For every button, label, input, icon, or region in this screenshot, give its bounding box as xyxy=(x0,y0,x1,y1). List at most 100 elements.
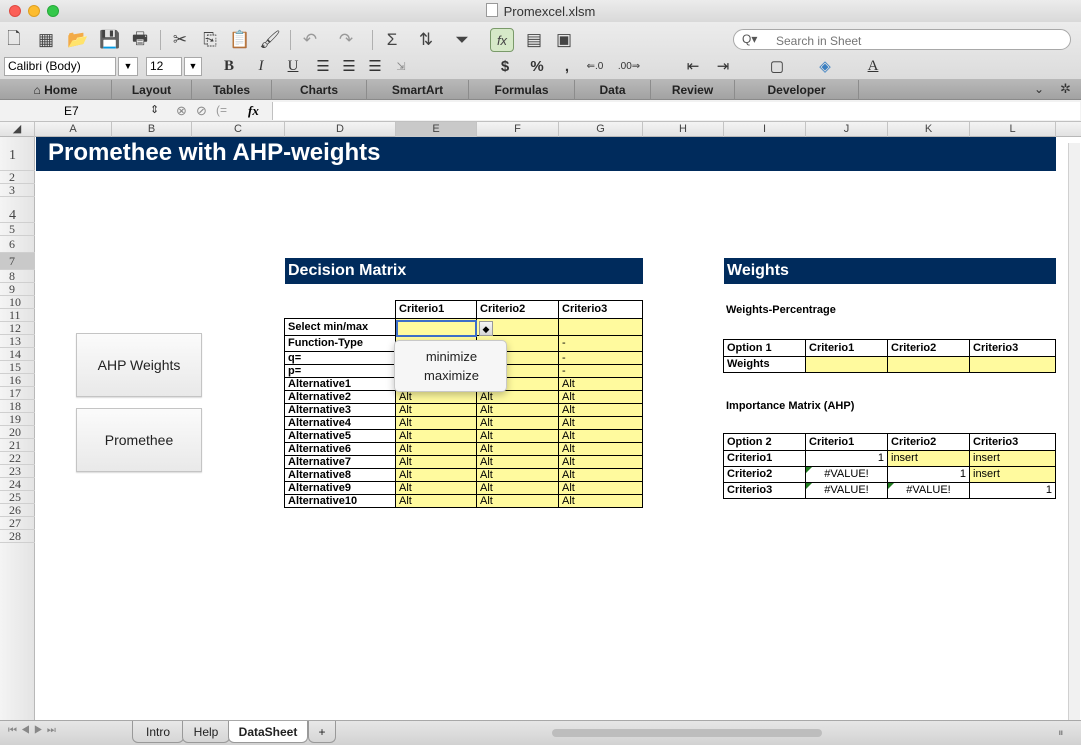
search-sheet-field[interactable]: Q▾ xyxy=(733,29,1071,50)
italic-button[interactable]: I xyxy=(250,55,272,77)
toolbox-icon[interactable]: ▤ xyxy=(522,28,546,52)
column-header-d[interactable]: D xyxy=(285,122,396,137)
dm-alternative-cell[interactable]: Alt xyxy=(476,429,559,443)
sheet-tab-intro[interactable]: Intro xyxy=(132,721,184,743)
dm-alternative-cell[interactable]: Alt xyxy=(476,468,559,482)
importance-row-label[interactable]: Criterio3 xyxy=(723,482,806,499)
confirm-entry-icon[interactable]: ⊘ xyxy=(196,103,207,119)
dm-param-label[interactable]: Select min/max xyxy=(284,318,396,336)
dm-alternative-cell[interactable]: Alt xyxy=(476,494,559,508)
dm-alternative-cell[interactable]: Alt xyxy=(558,390,643,404)
dm-alternative-label[interactable]: Alternative9 xyxy=(284,481,396,495)
row-header[interactable]: 3 xyxy=(0,184,35,197)
dm-alternative-label[interactable]: Alternative8 xyxy=(284,468,396,482)
dm-alternative-cell[interactable]: Alt xyxy=(558,494,643,508)
dm-alternative-cell[interactable]: Alt xyxy=(558,429,643,443)
tab-home[interactable]: ⌂ Home xyxy=(0,80,112,100)
row-header[interactable]: 4 xyxy=(0,197,35,223)
search-icon[interactable]: Q▾ xyxy=(742,32,757,46)
ribbon-collapse-icon[interactable]: ⌄ xyxy=(1034,82,1044,96)
resize-grip-icon[interactable]: ⏸ xyxy=(1058,727,1064,740)
align-left-icon[interactable]: ☰ xyxy=(312,55,334,77)
dm-alternative-cell[interactable]: Alt xyxy=(395,442,477,456)
redo-icon[interactable]: ↷ xyxy=(334,28,358,52)
dm-alternative-cell[interactable]: Alt xyxy=(395,416,477,430)
column-header-j[interactable]: J xyxy=(806,122,888,137)
tab-data[interactable]: Data xyxy=(575,80,651,100)
copy-icon[interactable]: ⎘ xyxy=(198,28,222,52)
percent-button[interactable]: % xyxy=(526,55,548,77)
weights-value-cell[interactable] xyxy=(887,356,970,373)
row-header[interactable]: 8 xyxy=(0,270,35,283)
tab-charts[interactable]: Charts xyxy=(272,80,367,100)
settings-gear-icon[interactable]: ✲ xyxy=(1060,81,1071,97)
importance-value-cell[interactable]: 1 xyxy=(969,482,1056,499)
dm-alternative-cell[interactable]: Alt xyxy=(558,403,643,417)
importance-row-label[interactable]: Criterio1 xyxy=(723,450,806,467)
font-name-dropdown-icon[interactable]: ▼ xyxy=(118,57,138,76)
font-size-field[interactable]: 12 xyxy=(146,57,182,76)
undo-icon[interactable]: ↶ xyxy=(298,28,322,52)
dropdown-option-minimize[interactable]: minimize xyxy=(395,348,508,366)
open-folder-icon[interactable]: 📂 xyxy=(66,28,90,52)
row-header[interactable]: 6 xyxy=(0,236,35,253)
sort-icon[interactable]: ⇅ xyxy=(414,28,438,52)
dm-alternative-cell[interactable]: Alt xyxy=(395,429,477,443)
add-sheet-button[interactable]: + xyxy=(308,721,336,743)
dm-alternative-cell[interactable]: Alt xyxy=(558,416,643,430)
dm-param-label[interactable]: q= xyxy=(284,351,396,365)
paste-icon[interactable]: 📋 xyxy=(228,28,252,52)
weights-row-label[interactable]: Weights xyxy=(723,356,806,373)
dm-alternative-label[interactable]: Alternative4 xyxy=(284,416,396,430)
increase-indent-icon[interactable]: ⇥ xyxy=(710,55,736,77)
column-header-h[interactable]: H xyxy=(643,122,724,137)
importance-value-cell[interactable]: insert xyxy=(887,450,970,467)
sheet-navigation-icons[interactable]: ⏮◀▶⏭ xyxy=(8,725,60,736)
importance-value-cell[interactable]: #VALUE! xyxy=(887,482,970,499)
dm-alternative-cell[interactable]: Alt xyxy=(476,416,559,430)
importance-value-cell[interactable]: #VALUE! xyxy=(805,482,888,499)
ahp-weights-button[interactable]: AHP Weights xyxy=(76,333,202,397)
dm-alternative-cell[interactable]: Alt xyxy=(558,481,643,495)
dm-alternative-cell[interactable]: Alt xyxy=(395,390,477,404)
dm-alternative-cell[interactable]: Alt xyxy=(558,377,643,391)
importance-value-cell[interactable]: #VALUE! xyxy=(805,466,888,483)
importance-value-cell[interactable]: 1 xyxy=(805,450,888,467)
tab-smartart[interactable]: SmartArt xyxy=(367,80,469,100)
new-document-icon[interactable]: 🗋 xyxy=(2,28,26,52)
dm-alternative-cell[interactable]: Alt xyxy=(395,455,477,469)
dm-param-cell[interactable]: - xyxy=(558,351,643,365)
error-indicator-icon[interactable] xyxy=(806,467,812,473)
dm-alternative-label[interactable]: Alternative1 xyxy=(284,377,396,391)
dm-alternative-label[interactable]: Alternative7 xyxy=(284,455,396,469)
underline-button[interactable]: U xyxy=(282,55,304,77)
horizontal-scrollbar-thumb[interactable] xyxy=(552,729,822,737)
formula-input[interactable] xyxy=(272,102,1080,120)
format-painter-icon[interactable]: 🖌 xyxy=(258,28,282,52)
sheet-tab-help[interactable]: Help xyxy=(182,721,230,743)
dm-alternative-cell[interactable]: Alt xyxy=(395,494,477,508)
row-header[interactable]: 28 xyxy=(0,530,35,543)
weights-header-cell[interactable]: Option 1 xyxy=(723,339,806,357)
align-right-icon[interactable]: ☰ xyxy=(364,55,386,77)
dm-param-cell[interactable]: - xyxy=(558,364,643,378)
row-header[interactable]: 5 xyxy=(0,223,35,236)
dm-alternative-label[interactable]: Alternative5 xyxy=(284,429,396,443)
dm-alternative-cell[interactable]: Alt xyxy=(395,481,477,495)
column-header-b[interactable]: B xyxy=(112,122,192,137)
column-header-c[interactable]: C xyxy=(192,122,285,137)
dm-alternative-label[interactable]: Alternative2 xyxy=(284,390,396,404)
weights-header-cell[interactable]: Criterio3 xyxy=(969,339,1056,357)
font-color-button[interactable]: A xyxy=(858,55,888,77)
name-box[interactable]: E7 xyxy=(0,102,145,120)
gallery-icon[interactable]: ▣ xyxy=(552,28,576,52)
font-name-field[interactable]: Calibri (Body) xyxy=(4,57,116,76)
equals-icon[interactable]: (= xyxy=(216,103,227,117)
dm-alternative-label[interactable]: Alternative10 xyxy=(284,494,396,508)
sheet-grid[interactable]: Promethee with AHP-weights AHP Weights P… xyxy=(36,137,1081,720)
column-header-e[interactable]: E xyxy=(396,122,477,137)
column-header-l[interactable]: L xyxy=(970,122,1056,137)
align-center-icon[interactable]: ☰ xyxy=(338,55,360,77)
weights-header-cell[interactable]: Criterio2 xyxy=(887,339,970,357)
borders-icon[interactable]: ▢ xyxy=(762,55,792,77)
